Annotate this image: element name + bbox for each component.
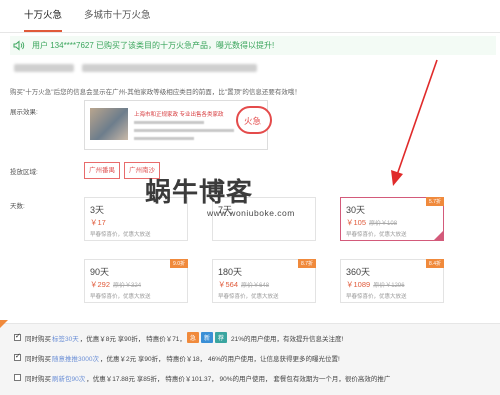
addon-checkbox[interactable] bbox=[14, 332, 21, 341]
addon-text: 同时购买 bbox=[25, 375, 51, 383]
addon-link[interactable]: 刷新包90次 bbox=[52, 373, 85, 383]
addon-option-tags[interactable]: 同时购买 标签30天 ，优惠￥8元 享90折， 特惠价￥71， 急 新 荐 21… bbox=[14, 331, 343, 344]
urgent-tag-badge: 急 bbox=[186, 332, 199, 343]
addon-checkbox[interactable] bbox=[14, 374, 21, 381]
addon-checkbox[interactable] bbox=[14, 352, 21, 361]
corner-chevron-icon bbox=[0, 320, 8, 328]
addon-link[interactable]: 随意推推3000次 bbox=[52, 353, 99, 363]
addon-link[interactable]: 标签30天 bbox=[52, 333, 79, 343]
addon-text: 同时购买 bbox=[25, 335, 51, 343]
new-tag-badge: 新 bbox=[200, 332, 213, 343]
addon-text: 21%的用户使用，有效提升信息关注度! bbox=[230, 335, 344, 343]
addon-text: ，优惠￥2元 享90折， 特惠价￥18， 46%的用户使用，让信息获得更多的曝光… bbox=[99, 355, 340, 363]
addon-option-random-push[interactable]: 同时购买 随意推推3000次 ，优惠￥2元 享90折， 特惠价￥18， 46%的… bbox=[14, 351, 340, 364]
addon-text: 同时购买 bbox=[25, 355, 51, 363]
addon-options-panel: 同时购买 标签30天 ，优惠￥8元 享90折， 特惠价￥71， 急 新 荐 21… bbox=[0, 320, 500, 395]
addon-text: ，优惠￥17.88元 享85折， 特惠价￥101.37， 90%的用户使用， 套… bbox=[86, 375, 391, 383]
addon-option-refresh-pack[interactable]: 同时购买 刷新包90次 ，优惠￥17.88元 享85折， 特惠价￥101.37，… bbox=[14, 371, 390, 384]
addon-text: ，优惠￥8元 享90折， 特惠价￥71， bbox=[79, 335, 186, 343]
recommend-tag-badge: 荐 bbox=[214, 332, 227, 343]
